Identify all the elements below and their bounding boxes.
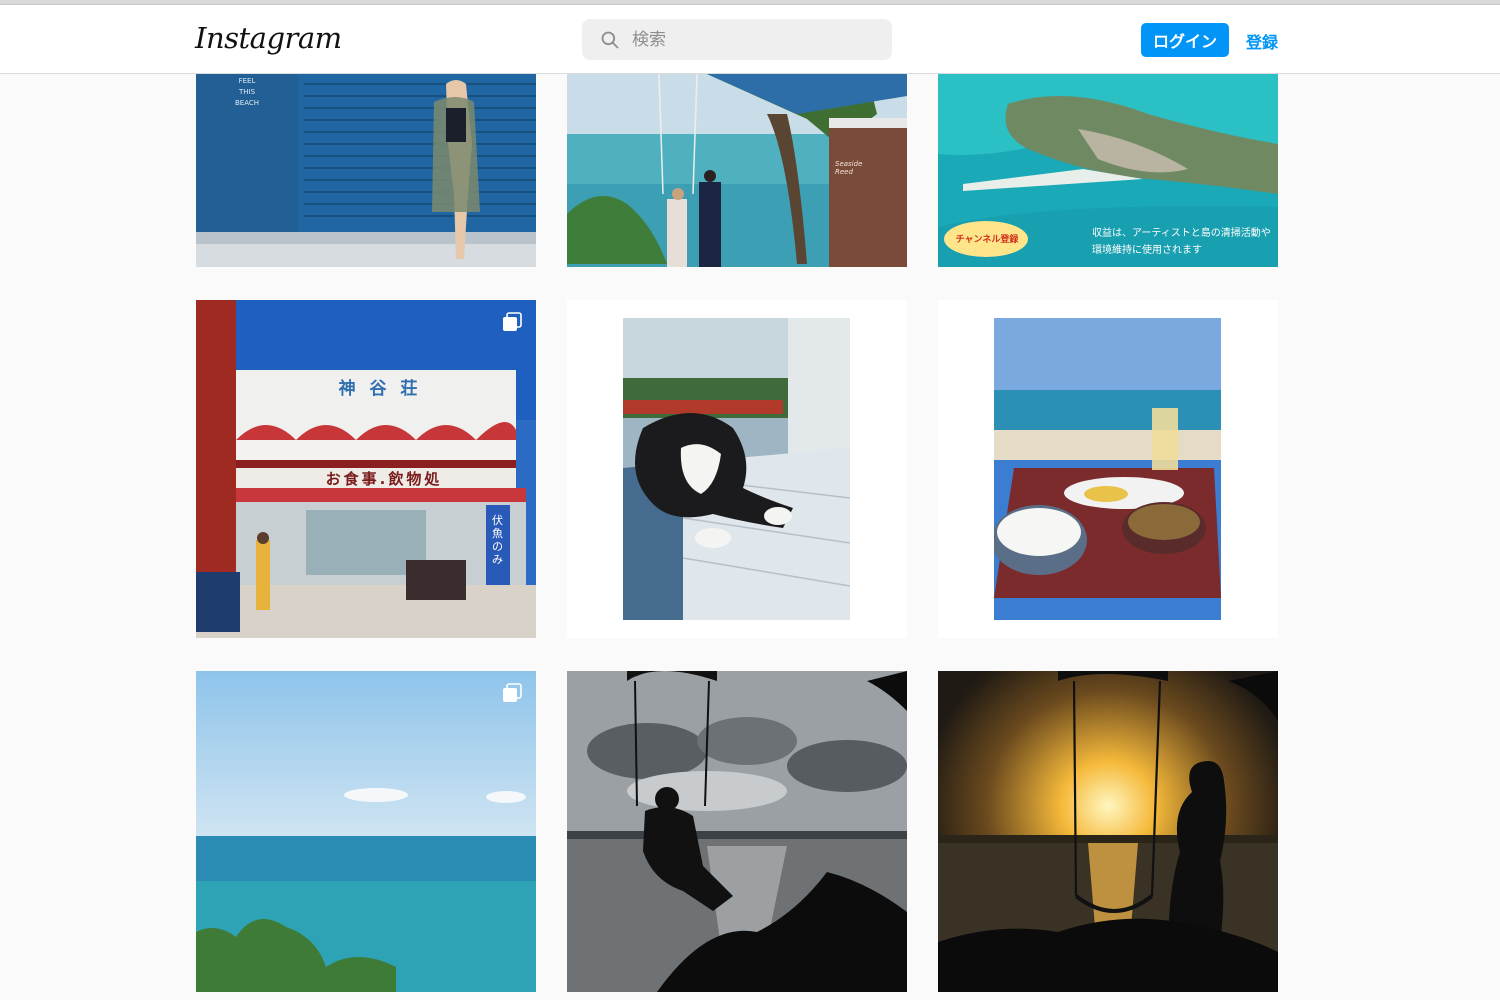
post-image-ocean-view (196, 671, 536, 992)
search-box[interactable] (582, 19, 892, 60)
search-icon (601, 31, 619, 48)
multiple-posts-icon (503, 683, 522, 702)
post-image-swing-silhouette-clouds (567, 671, 907, 992)
instagram-logo[interactable]: Instagram (195, 21, 342, 55)
signup-link[interactable]: 登録 (1246, 29, 1278, 53)
post-thumbnail[interactable]: 神 谷 荘 お食事.飲物処 伏魚のみ (196, 300, 536, 638)
post-thumbnail[interactable] (938, 300, 1278, 638)
post-thumbnail[interactable] (567, 300, 907, 638)
post-thumbnail[interactable] (196, 671, 536, 992)
login-button[interactable]: ログイン (1141, 23, 1229, 57)
post-thumbnail[interactable] (567, 671, 907, 992)
shop-name-sign: お食事.飲物処 (325, 470, 443, 488)
search-input[interactable] (632, 29, 872, 50)
top-navbar: Instagram ログイン 登録 (0, 5, 1500, 74)
wall-sign-text: FEEL THIS BEACH (234, 77, 260, 107)
post-thumbnail[interactable]: Seaside Reed (567, 74, 907, 267)
post-thumbnail[interactable]: FEEL THIS BEACH (196, 74, 536, 267)
post-image-meal-by-sea (994, 318, 1221, 620)
post-image-swing-sunset (938, 671, 1278, 992)
shop-banner-text: 伏魚のみ (492, 514, 503, 566)
post-thumbnail[interactable]: チャンネル登録 収益は、アーティストと島の清掃活動や環境維持に使用されます (938, 74, 1278, 267)
post-caption-overlay: 収益は、アーティストと島の清掃活動や環境維持に使用されます (1092, 228, 1271, 256)
channel-subscribe-badge: チャンネル登録 (955, 235, 1019, 245)
building-name-sign: 神 谷 荘 (338, 379, 422, 399)
post-image-cat-on-table (623, 318, 850, 620)
multiple-posts-icon (503, 312, 522, 331)
post-thumbnail[interactable] (938, 671, 1278, 992)
shop-sign-text: Seaside Reed (835, 160, 863, 176)
